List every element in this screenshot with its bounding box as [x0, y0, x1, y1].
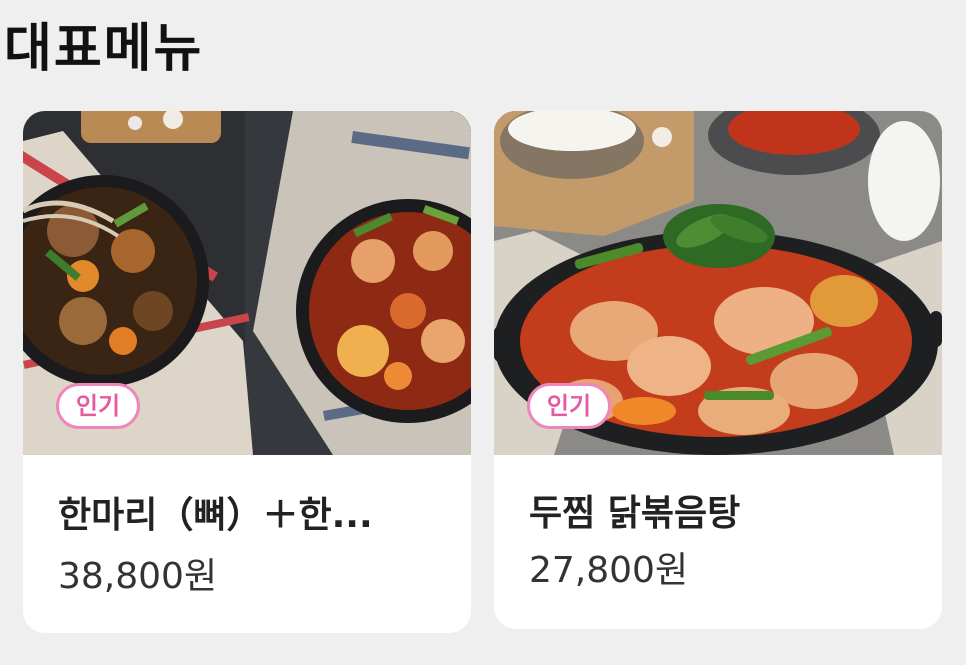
menu-item-price: 38,800원	[58, 556, 218, 597]
menu-card-2[interactable]: 인기 두찜 닭볶음탕 27,800원	[494, 111, 942, 629]
menu-item-name: 한마리（뼈）＋한...	[58, 495, 373, 536]
menu-item-price: 27,800원	[529, 550, 689, 591]
menu-item-name: 두찜 닭볶음탕	[529, 493, 741, 534]
menu-card-1[interactable]: 인기 한마리（뼈）＋한... 38,800원	[23, 111, 471, 633]
popular-badge: 인기	[527, 383, 611, 429]
section-title: 대표메뉴	[4, 19, 204, 79]
popular-badge: 인기	[56, 383, 140, 429]
